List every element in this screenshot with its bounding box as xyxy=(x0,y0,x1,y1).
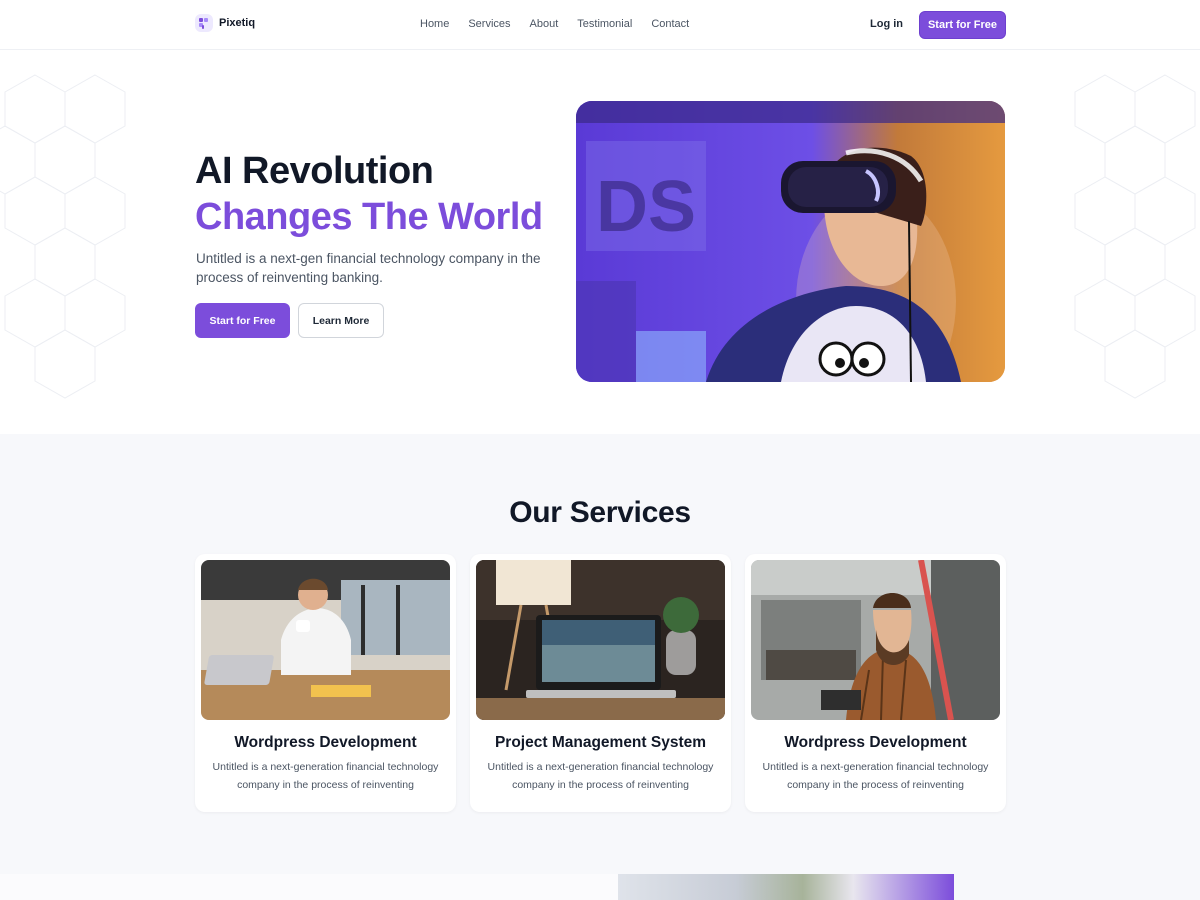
service-card[interactable]: Wordpress Development Untitled is a next… xyxy=(195,554,456,812)
service-card-title: Project Management System xyxy=(494,734,707,751)
service-card[interactable]: Wordpress Development Untitled is a next… xyxy=(745,554,1006,812)
man-workshop-photo xyxy=(751,560,1000,720)
office-coffee-photo xyxy=(201,560,450,720)
hero-title-line2: Changes The World xyxy=(195,196,543,238)
hero-title-line1: AI Revolution xyxy=(195,150,434,192)
hero-learn-more-button[interactable]: Learn More xyxy=(298,303,384,338)
nav-link-contact[interactable]: Contact xyxy=(651,18,689,30)
brand-name: Pixetiq xyxy=(219,17,256,29)
service-card[interactable]: Project Management System Untitled is a … xyxy=(470,554,731,812)
nav-start-free-button[interactable]: Start for Free xyxy=(919,11,1006,39)
services-section: Our Services Wordpress Development Untit… xyxy=(0,434,1200,900)
brand[interactable]: Pixetiq xyxy=(195,14,255,32)
service-card-title: Wordpress Development xyxy=(234,734,417,751)
pixetiq-logo-icon xyxy=(195,14,213,32)
hero-section: AI Revolution Changes The World Untitled… xyxy=(0,50,1200,434)
services-heading: Our Services xyxy=(509,496,691,529)
nav-link-services[interactable]: Services xyxy=(468,18,510,30)
nav-link-home[interactable]: Home xyxy=(420,18,449,30)
vr-headset-photo: DS xyxy=(576,101,1005,382)
service-card-description: Untitled is a next-generation financial … xyxy=(762,761,989,791)
laptop-desk-photo xyxy=(476,560,725,720)
svg-text:DS: DS xyxy=(596,167,696,247)
hero-start-free-button[interactable]: Start for Free xyxy=(195,303,290,338)
hex-pattern-left-decoration xyxy=(0,74,126,399)
hero-title: AI Revolution Changes The World xyxy=(195,148,543,240)
nav-link-testimonial[interactable]: Testimonial xyxy=(577,18,632,30)
hero-description: Untitled is a next-gen financial technol… xyxy=(196,251,541,285)
service-card-description: Untitled is a next-generation financial … xyxy=(487,761,714,791)
top-navbar: Pixetiq Home Services About Testimonial … xyxy=(0,0,1200,50)
next-section-photo-strip xyxy=(618,874,954,900)
login-link[interactable]: Log in xyxy=(870,18,903,30)
nav-link-about[interactable]: About xyxy=(530,18,559,30)
service-card-description: Untitled is a next-generation financial … xyxy=(212,761,439,791)
hex-pattern-right-decoration xyxy=(1074,74,1196,399)
main-menu: Home Services About Testimonial Contact xyxy=(420,18,689,30)
next-section-edge xyxy=(0,874,618,900)
service-card-title: Wordpress Development xyxy=(784,734,967,751)
